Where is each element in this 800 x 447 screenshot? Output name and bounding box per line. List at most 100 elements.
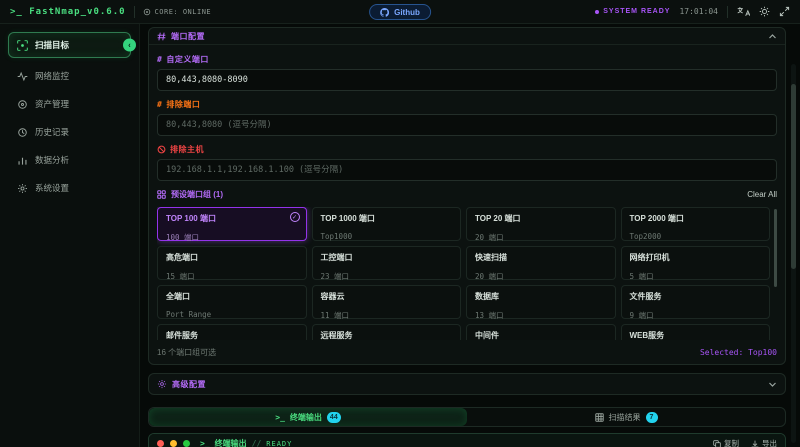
results-count-badge: 7	[646, 412, 658, 423]
port-group-grid: TOP 100 端口 100 端口 ✓ TOP 1000 端口 Top1000 …	[157, 207, 777, 340]
port-group-card[interactable]: 容器云 11 端口	[312, 285, 462, 319]
port-group-card[interactable]: 网络打印机 5 端口	[621, 246, 771, 280]
port-group-card[interactable]: 远程服务	[312, 324, 462, 340]
port-group-card[interactable]: 邮件服务	[157, 324, 307, 340]
copy-button[interactable]: 复制	[713, 438, 739, 447]
core-status: CORE: ONLINE	[143, 8, 212, 16]
port-group-card[interactable]: WEB服务	[621, 324, 771, 340]
terminal-count-badge: 44	[327, 412, 341, 423]
chevron-down-icon[interactable]	[768, 380, 777, 389]
terminal-header: >_ 终端输出 // READY 复制 导出	[149, 434, 785, 447]
port-config-header[interactable]: 端口配置	[149, 28, 785, 45]
core-status-label: CORE: ONLINE	[155, 8, 212, 16]
sidebar-item-settings[interactable]: 系统设置	[8, 176, 131, 200]
system-status-label: SYSTEM READY	[603, 8, 670, 15]
github-icon	[380, 8, 389, 17]
yellow-dot-icon	[170, 440, 177, 447]
core-status-icon	[143, 8, 151, 16]
exclude-hosts-input[interactable]	[157, 159, 777, 181]
port-group-card[interactable]: 高危端口 15 端口	[157, 246, 307, 280]
preset-count-label: 16 个端口组可选	[157, 347, 216, 358]
preset-groups-title: 预设端口组 (1)	[157, 189, 223, 200]
custom-ports-label: # 自定义端口	[157, 54, 777, 65]
terminal-title: >_ 终端输出 // READY	[200, 438, 292, 447]
theme-toggle-icon[interactable]	[759, 6, 770, 17]
port-group-card[interactable]: 中间件	[466, 324, 616, 340]
sidebar-collapse-button[interactable]: ‹	[123, 39, 136, 52]
advanced-config-section: 高级配置	[148, 373, 786, 395]
terminal-prompt-icon: >_	[200, 439, 210, 447]
sidebar-item-label: 资产管理	[35, 98, 69, 110]
asset-icon	[17, 99, 28, 110]
sidebar-item-label: 数据分析	[35, 154, 69, 166]
exclude-ports-label: # 排除端口	[157, 99, 777, 110]
output-tabbar: >_ 终端输出 44 扫描结果 7	[148, 407, 786, 427]
sidebar-item-label: 历史记录	[35, 126, 69, 138]
sliders-icon	[157, 32, 166, 41]
selected-label: Selected: Top100	[700, 348, 777, 357]
terminal-status: READY	[266, 440, 292, 447]
sidebar-item-asset-management[interactable]: 资产管理	[8, 92, 131, 116]
port-group-card[interactable]: 全端口 Port Range	[157, 285, 307, 319]
port-group-card[interactable]: 快速扫描 20 端口	[466, 246, 616, 280]
topbar: >_ FastNmap_v0.6.0 CORE: ONLINE Github S…	[0, 0, 800, 24]
port-group-card[interactable]: TOP 20 端口 20 端口	[466, 207, 616, 241]
sidebar-item-network-monitor[interactable]: 网络监控	[8, 64, 131, 88]
clock: 17:01:04	[679, 7, 718, 16]
main-content: 端口配置 # 自定义端口 # 排除端口 排除主机	[140, 24, 800, 447]
exclude-hosts-label: 排除主机	[157, 144, 777, 155]
activity-icon	[17, 71, 28, 82]
exclude-ports-input[interactable]	[157, 114, 777, 136]
sidebar-item-data-analysis[interactable]: 数据分析	[8, 148, 131, 172]
hash-icon: #	[157, 100, 162, 109]
fullscreen-icon[interactable]	[779, 6, 790, 17]
port-group-card[interactable]: 数据库 13 端口	[466, 285, 616, 319]
status-dot-icon	[595, 10, 599, 14]
github-label: Github	[394, 8, 420, 17]
copy-icon	[713, 440, 721, 447]
advanced-config-header[interactable]: 高级配置	[149, 374, 785, 394]
green-dot-icon	[183, 440, 190, 447]
sidebar-item-label: 系统设置	[35, 182, 69, 194]
sidebar-item-scan-target[interactable]: 扫描目标 ‹	[8, 32, 131, 58]
grid-icon	[157, 190, 166, 199]
grid-scrollbar[interactable]	[774, 209, 777, 287]
port-group-card[interactable]: 文件服务 9 端口	[621, 285, 771, 319]
tab-scan-results[interactable]: 扫描结果 7	[467, 408, 785, 426]
chevron-up-icon[interactable]	[768, 32, 777, 41]
section-title: 高级配置	[172, 379, 206, 390]
system-status: SYSTEM READY	[595, 8, 670, 15]
red-dot-icon	[157, 440, 164, 447]
clock-icon	[17, 127, 28, 138]
language-toggle-icon[interactable]	[737, 6, 750, 17]
port-group-card[interactable]: TOP 1000 端口 Top1000	[312, 207, 462, 241]
section-title: 端口配置	[171, 31, 205, 42]
sidebar-item-history[interactable]: 历史记录	[8, 120, 131, 144]
scan-target-icon	[17, 40, 28, 51]
main-scrollbar[interactable]	[791, 64, 796, 443]
tab-terminal-output[interactable]: >_ 终端输出 44	[149, 408, 467, 426]
tab-label: 终端输出	[290, 412, 322, 423]
port-group-card[interactable]: TOP 2000 端口 Top2000	[621, 207, 771, 241]
check-circle-icon: ✓	[290, 212, 300, 222]
ban-icon	[157, 145, 166, 154]
bar-chart-icon	[17, 155, 28, 166]
clear-all-button[interactable]: Clear All	[747, 190, 777, 199]
download-icon	[751, 440, 759, 447]
export-button[interactable]: 导出	[751, 438, 777, 447]
divider	[134, 6, 135, 18]
table-icon	[595, 413, 604, 422]
sidebar-item-label: 网络监控	[35, 70, 69, 82]
tab-label: 扫描结果	[609, 412, 641, 423]
gear-icon	[17, 183, 28, 194]
port-group-card[interactable]: TOP 100 端口 100 端口 ✓	[157, 207, 307, 241]
hash-icon: #	[157, 55, 162, 64]
port-config-section: 端口配置 # 自定义端口 # 排除端口 排除主机	[148, 27, 786, 365]
terminal-prompt-icon: >_	[275, 413, 285, 422]
scrollbar-thumb[interactable]	[791, 84, 796, 269]
app-logo: >_ FastNmap_v0.6.0	[10, 7, 126, 17]
github-button[interactable]: Github	[369, 4, 431, 20]
port-group-card[interactable]: 工控端口 23 端口	[312, 246, 462, 280]
gear-icon	[157, 379, 167, 389]
custom-ports-input[interactable]	[157, 69, 777, 91]
